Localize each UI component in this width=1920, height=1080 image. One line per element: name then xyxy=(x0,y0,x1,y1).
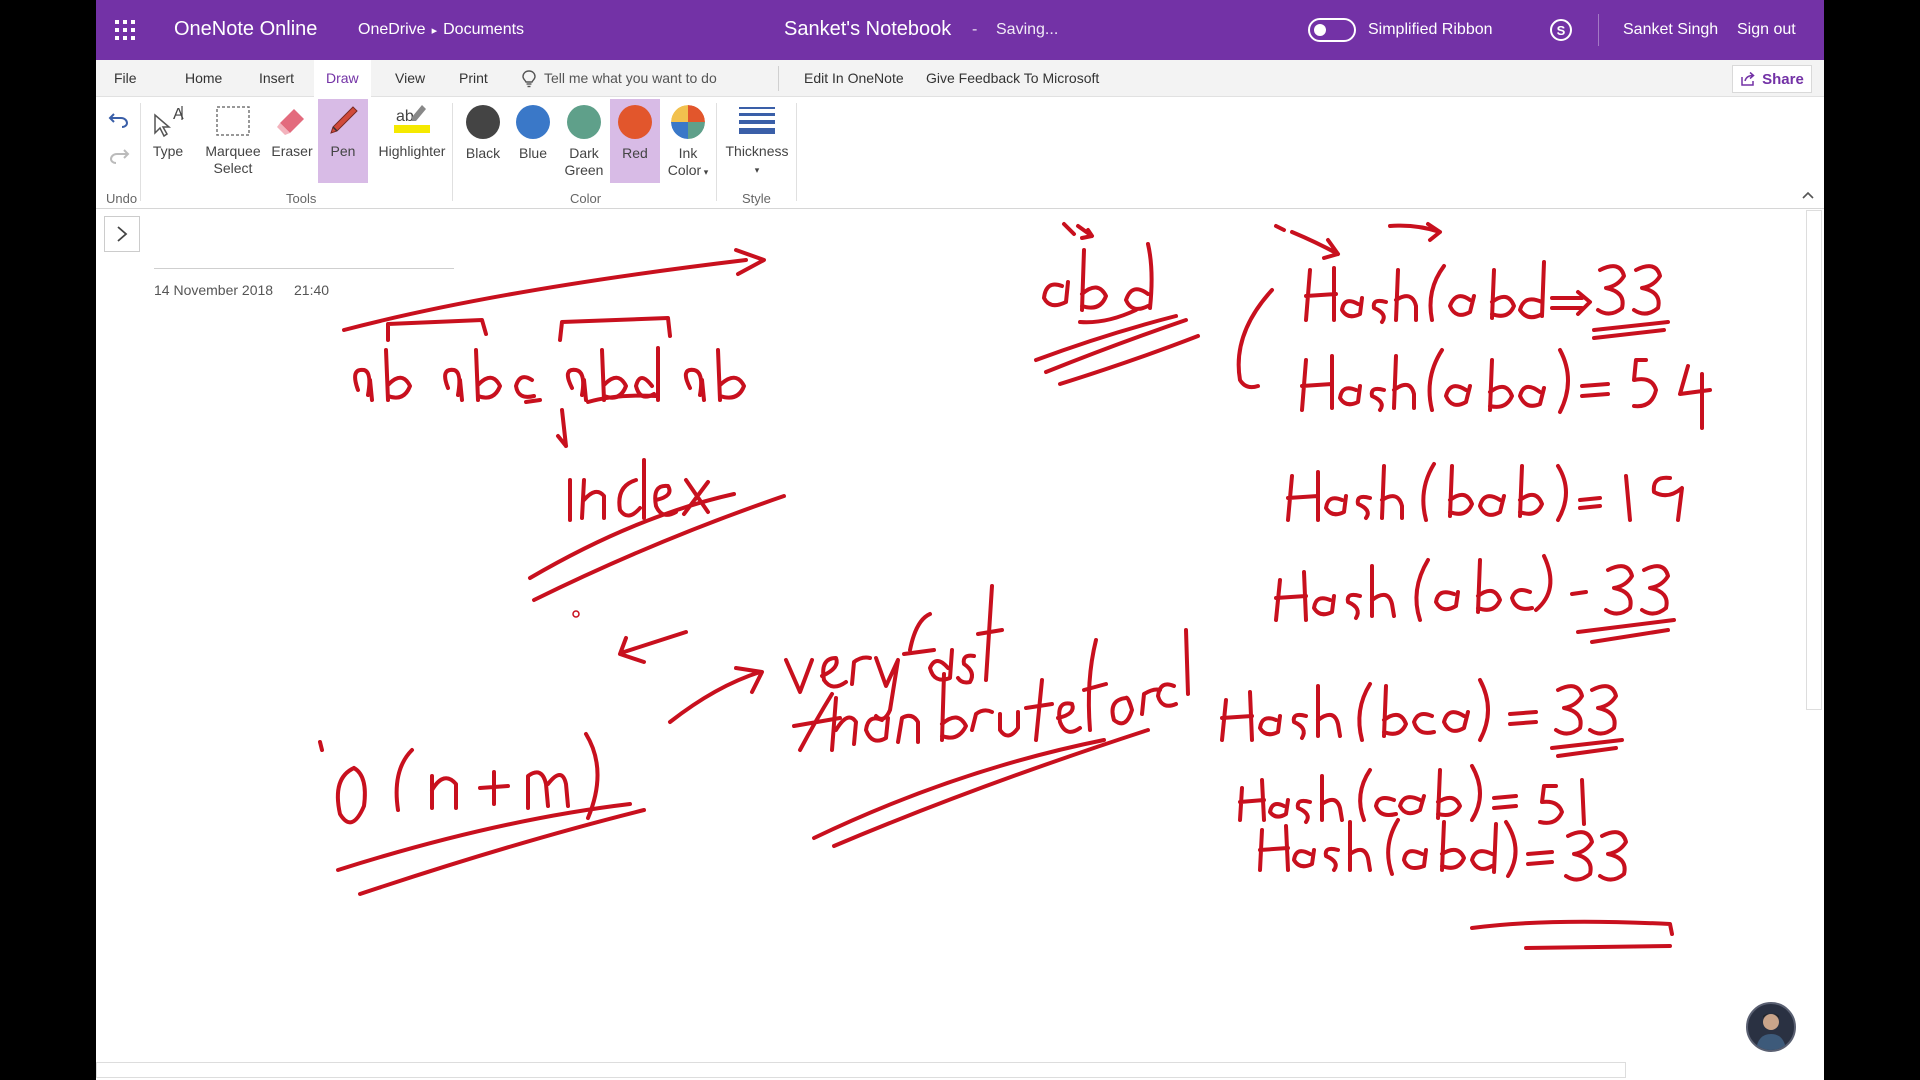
eraser-icon xyxy=(277,109,304,135)
thickness-icon xyxy=(739,107,775,134)
eraser-button[interactable]: Eraser xyxy=(270,99,314,183)
lightbulb-icon xyxy=(522,69,536,87)
color-black-button[interactable]: Black xyxy=(460,99,506,183)
user-name[interactable]: Sanket Singh xyxy=(1623,21,1718,39)
person-icon xyxy=(1756,1013,1786,1050)
breadcrumb-chevron-icon: ▸ xyxy=(431,24,438,37)
svg-text:ab: ab xyxy=(396,108,414,125)
group-divider xyxy=(140,103,141,201)
eraser-label: Eraser xyxy=(271,143,313,159)
color-blue-button[interactable]: Blue xyxy=(510,99,556,183)
marquee-select-icon xyxy=(216,106,250,136)
give-feedback-button[interactable]: Give Feedback To Microsoft xyxy=(914,60,1111,97)
undo-icon[interactable] xyxy=(108,111,130,129)
sign-out-link[interactable]: Sign out xyxy=(1737,21,1796,39)
share-label: Share xyxy=(1762,70,1804,88)
group-divider xyxy=(796,103,797,201)
tell-me-placeholder: Tell me what you want to do xyxy=(544,70,717,86)
tab-home[interactable]: Home xyxy=(173,60,234,97)
pen-button[interactable]: Pen xyxy=(318,99,368,183)
share-icon xyxy=(1741,71,1755,86)
red-swatch xyxy=(618,105,652,139)
black-label: Black xyxy=(465,145,501,161)
marquee-select-button[interactable]: Marquee Select xyxy=(202,99,264,183)
group-label-color: Color xyxy=(570,191,602,206)
group-label-style: Style xyxy=(742,191,771,206)
tab-print[interactable]: Print xyxy=(447,60,500,97)
app-name[interactable]: OneNote Online xyxy=(174,18,317,41)
ink-color-wheel-icon xyxy=(671,105,705,139)
breadcrumb-documents[interactable]: Documents xyxy=(443,21,524,39)
ink-color-label-line2: Color xyxy=(667,162,702,178)
thickness-dropdown[interactable]: Thickness ▾ xyxy=(722,99,792,183)
tab-insert[interactable]: Insert xyxy=(247,60,306,97)
page-canvas[interactable]: 14 November 2018 21:40 xyxy=(96,210,1824,1080)
draw-ribbon: Undo A Type Marquee Select Eraser Pen ab… xyxy=(96,97,1824,209)
simplified-ribbon-label: Simplified Ribbon xyxy=(1368,21,1493,38)
breadcrumb: OneDrive ▸ Documents xyxy=(358,21,524,39)
dark-green-label-line1: Dark xyxy=(569,145,599,161)
group-divider xyxy=(452,103,453,201)
tell-me-search[interactable]: Tell me what you want to do xyxy=(522,60,717,97)
title-bar: OneNote Online OneDrive ▸ Documents Sank… xyxy=(96,0,1824,60)
blue-label: Blue xyxy=(518,145,548,161)
title-separator: - xyxy=(972,21,978,38)
app-launcher-icon[interactable] xyxy=(114,19,136,41)
thickness-label: Thickness xyxy=(725,143,789,159)
toggle-knob xyxy=(1314,24,1326,36)
type-label: Type xyxy=(152,143,184,159)
group-label-undo: Undo xyxy=(106,191,138,206)
chevron-down-icon: ▾ xyxy=(754,165,760,175)
highlighter-label: Highlighter xyxy=(378,143,446,159)
ink-color-dropdown[interactable]: Ink Color ▾ xyxy=(662,99,714,183)
color-red-button[interactable]: Red xyxy=(610,99,660,183)
color-dark-green-button[interactable]: Dark Green xyxy=(560,99,608,183)
collapse-ribbon-icon[interactable] xyxy=(1802,189,1814,201)
highlighter-icon: ab xyxy=(394,105,430,133)
titlebar-divider xyxy=(1598,14,1599,46)
save-status: Saving... xyxy=(996,21,1059,38)
red-label: Red xyxy=(622,145,648,161)
group-label-tools: Tools xyxy=(286,191,317,206)
share-button[interactable]: Share xyxy=(1732,65,1812,93)
ink-color-label-line1: Ink xyxy=(678,145,698,161)
blue-swatch xyxy=(516,105,550,139)
skype-icon[interactable]: S xyxy=(1548,17,1574,43)
type-cursor-icon: A xyxy=(154,106,184,138)
pen-label: Pen xyxy=(330,143,356,159)
dark-green-swatch xyxy=(567,105,601,139)
tab-view[interactable]: View xyxy=(383,60,437,97)
onenote-app: OneNote Online OneDrive ▸ Documents Sank… xyxy=(96,0,1824,1080)
type-tool-button[interactable]: A Type xyxy=(148,99,188,183)
redo-icon[interactable] xyxy=(108,147,130,165)
edit-in-onenote-button[interactable]: Edit In OneNote xyxy=(792,60,916,97)
marquee-label-line1: Marquee xyxy=(205,143,261,159)
group-divider xyxy=(716,103,717,201)
black-swatch xyxy=(466,105,500,139)
chevron-down-icon: ▾ xyxy=(701,167,709,177)
tab-draw[interactable]: Draw xyxy=(314,60,371,98)
simplified-ribbon-toggle[interactable] xyxy=(1308,18,1356,42)
marquee-label-line2: Select xyxy=(213,160,253,176)
presenter-avatar xyxy=(1746,1002,1796,1052)
tab-file[interactable]: File xyxy=(102,60,149,97)
highlighter-button[interactable]: ab Highlighter xyxy=(372,99,452,183)
ribbon-tabs: File Home Insert Draw View Print Tell me… xyxy=(96,60,1824,98)
dark-green-label-line2: Green xyxy=(564,162,604,178)
notebook-title[interactable]: Sanket's Notebook xyxy=(784,18,951,41)
tabs-divider xyxy=(778,66,779,91)
svg-text:S: S xyxy=(1557,23,1566,38)
ink-drawing[interactable] xyxy=(96,210,1796,1070)
pen-icon xyxy=(330,106,358,134)
horizontal-scrollbar[interactable] xyxy=(96,1062,1626,1078)
vertical-scrollbar[interactable] xyxy=(1806,210,1822,710)
breadcrumb-onedrive[interactable]: OneDrive xyxy=(358,21,426,39)
